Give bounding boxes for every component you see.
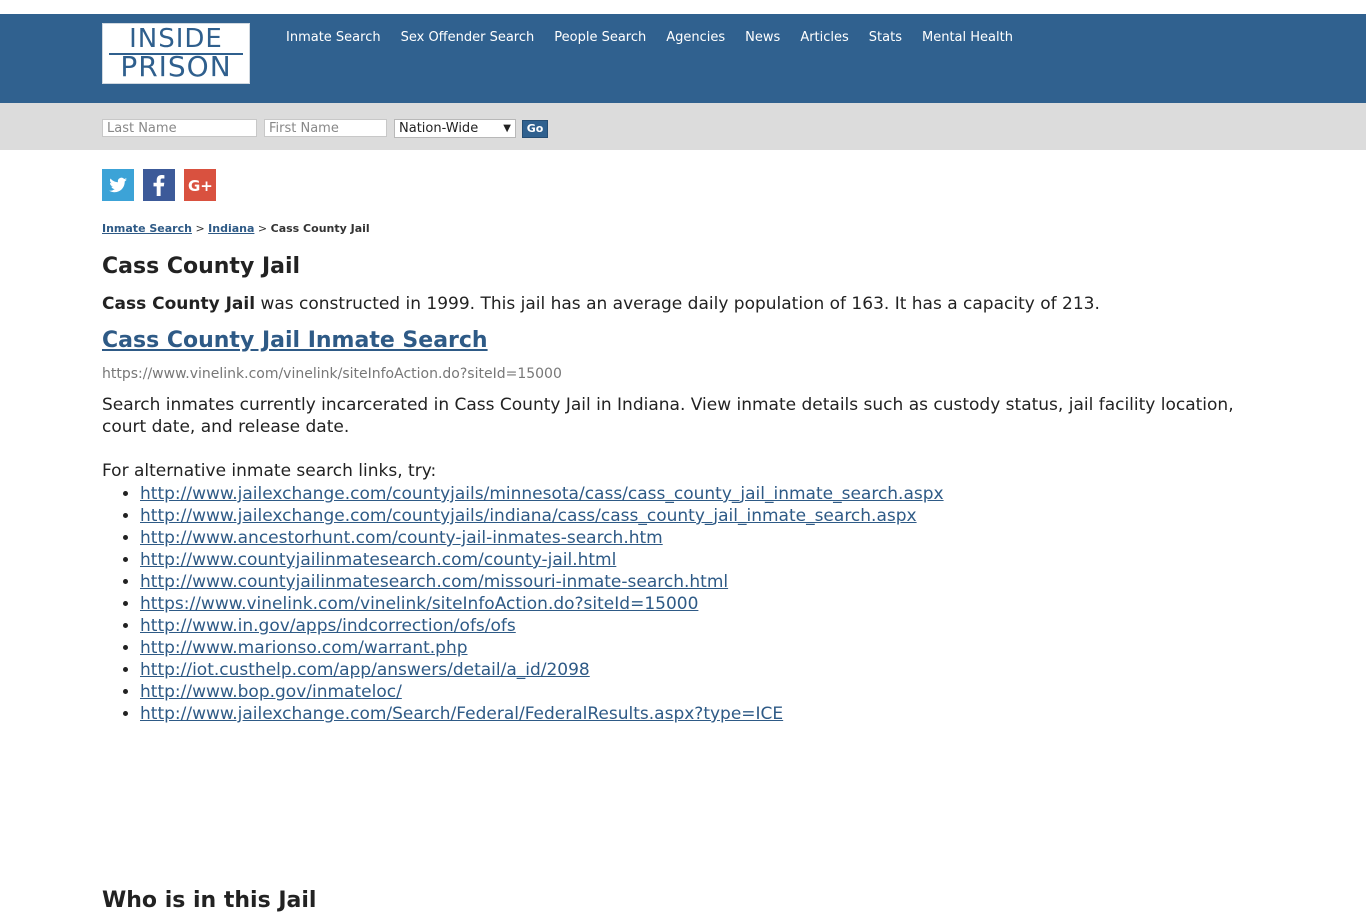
alternative-links-list: http://www.jailexchange.com/countyjails/… xyxy=(102,483,944,725)
intro-text: was constructed in 1999. This jail has a… xyxy=(255,294,1100,314)
alt-link[interactable]: http://www.jailexchange.com/countyjails/… xyxy=(140,484,944,504)
alt-link[interactable]: http://www.jailexchange.com/Search/Feder… xyxy=(140,704,783,724)
alt-link[interactable]: http://iot.custhelp.com/app/answers/deta… xyxy=(140,660,590,680)
nav-agencies[interactable]: Agencies xyxy=(666,30,725,46)
list-item: http://www.jailexchange.com/countyjails/… xyxy=(140,505,944,527)
alt-link[interactable]: http://www.in.gov/apps/indcorrection/ofs… xyxy=(140,616,516,636)
list-item: http://www.ancestorhunt.com/county-jail-… xyxy=(140,527,944,549)
google-plus-icon[interactable]: G+ xyxy=(184,169,216,201)
nav-news[interactable]: News xyxy=(745,30,780,46)
alternative-links-intro: For alternative inmate search links, try… xyxy=(102,461,437,481)
alt-link[interactable]: http://www.marionso.com/warrant.php xyxy=(140,638,468,658)
social-share: G+ xyxy=(102,169,225,201)
site-header: INSIDE PRISON Inmate Search Sex Offender… xyxy=(0,14,1366,103)
search-description: Search inmates currently incarcerated in… xyxy=(102,395,1234,437)
nav-stats[interactable]: Stats xyxy=(869,30,902,46)
top-strip xyxy=(0,0,1366,14)
scope-select[interactable]: Nation-Wide ▼ xyxy=(394,119,516,138)
nav-inmate-search[interactable]: Inmate Search xyxy=(286,30,381,46)
intro-jail-name: Cass County Jail xyxy=(102,294,256,314)
alt-link[interactable]: http://www.countyjailinmatesearch.com/mi… xyxy=(140,572,728,592)
breadcrumb-current: Cass County Jail xyxy=(270,222,370,235)
logo-text-inside: INSIDE xyxy=(129,24,223,54)
nav-people-search[interactable]: People Search xyxy=(554,30,646,46)
breadcrumb-separator: > xyxy=(257,222,268,235)
alt-link[interactable]: https://www.vinelink.com/vinelink/siteIn… xyxy=(140,594,698,614)
site-logo[interactable]: INSIDE PRISON xyxy=(102,23,250,84)
list-item: http://www.bop.gov/inmateloc/ xyxy=(140,681,944,703)
go-button[interactable]: Go xyxy=(522,120,548,138)
section-title-who-is-in-jail: Who is in this Jail xyxy=(102,888,317,913)
breadcrumb-inmate-search[interactable]: Inmate Search xyxy=(102,222,192,235)
svg-text:G+: G+ xyxy=(188,177,213,195)
breadcrumb-separator: > xyxy=(195,222,205,235)
alt-link[interactable]: http://www.jailexchange.com/countyjails/… xyxy=(140,506,917,526)
jail-inmate-search-link[interactable]: Cass County Jail Inmate Search xyxy=(102,328,488,353)
list-item: http://www.jailexchange.com/countyjails/… xyxy=(140,483,944,505)
alt-link[interactable]: http://www.countyjailinmatesearch.com/co… xyxy=(140,550,616,570)
facebook-icon[interactable] xyxy=(143,169,175,201)
nav-mental-health[interactable]: Mental Health xyxy=(922,30,1013,46)
search-url: https://www.vinelink.com/vinelink/siteIn… xyxy=(102,366,562,382)
intro-paragraph: Cass County Jail was constructed in 1999… xyxy=(102,294,1262,314)
scope-select-value: Nation-Wide xyxy=(399,121,479,136)
nav-sex-offender-search[interactable]: Sex Offender Search xyxy=(401,30,535,46)
alt-link[interactable]: http://www.ancestorhunt.com/county-jail-… xyxy=(140,528,663,548)
list-item: https://www.vinelink.com/vinelink/siteIn… xyxy=(140,593,944,615)
list-item: http://www.marionso.com/warrant.php xyxy=(140,637,944,659)
search-bar: Nation-Wide ▼ Go xyxy=(0,103,1366,150)
list-item: http://www.countyjailinmatesearch.com/mi… xyxy=(140,571,944,593)
list-item: http://www.in.gov/apps/indcorrection/ofs… xyxy=(140,615,944,637)
alt-link[interactable]: http://www.bop.gov/inmateloc/ xyxy=(140,682,402,702)
first-name-input[interactable] xyxy=(264,119,387,137)
list-item: http://www.countyjailinmatesearch.com/co… xyxy=(140,549,944,571)
breadcrumb: Inmate Search > Indiana > Cass County Ja… xyxy=(102,222,370,235)
list-item: http://www.jailexchange.com/Search/Feder… xyxy=(140,703,944,725)
main-nav: Inmate Search Sex Offender Search People… xyxy=(286,30,1033,46)
nav-articles[interactable]: Articles xyxy=(800,30,848,46)
twitter-icon[interactable] xyxy=(102,169,134,201)
logo-text-prison: PRISON xyxy=(120,50,232,83)
breadcrumb-indiana[interactable]: Indiana xyxy=(208,222,254,235)
chevron-down-icon: ▼ xyxy=(503,123,511,134)
last-name-input[interactable] xyxy=(102,119,257,137)
list-item: http://iot.custhelp.com/app/answers/deta… xyxy=(140,659,944,681)
page-title: Cass County Jail xyxy=(102,254,301,279)
